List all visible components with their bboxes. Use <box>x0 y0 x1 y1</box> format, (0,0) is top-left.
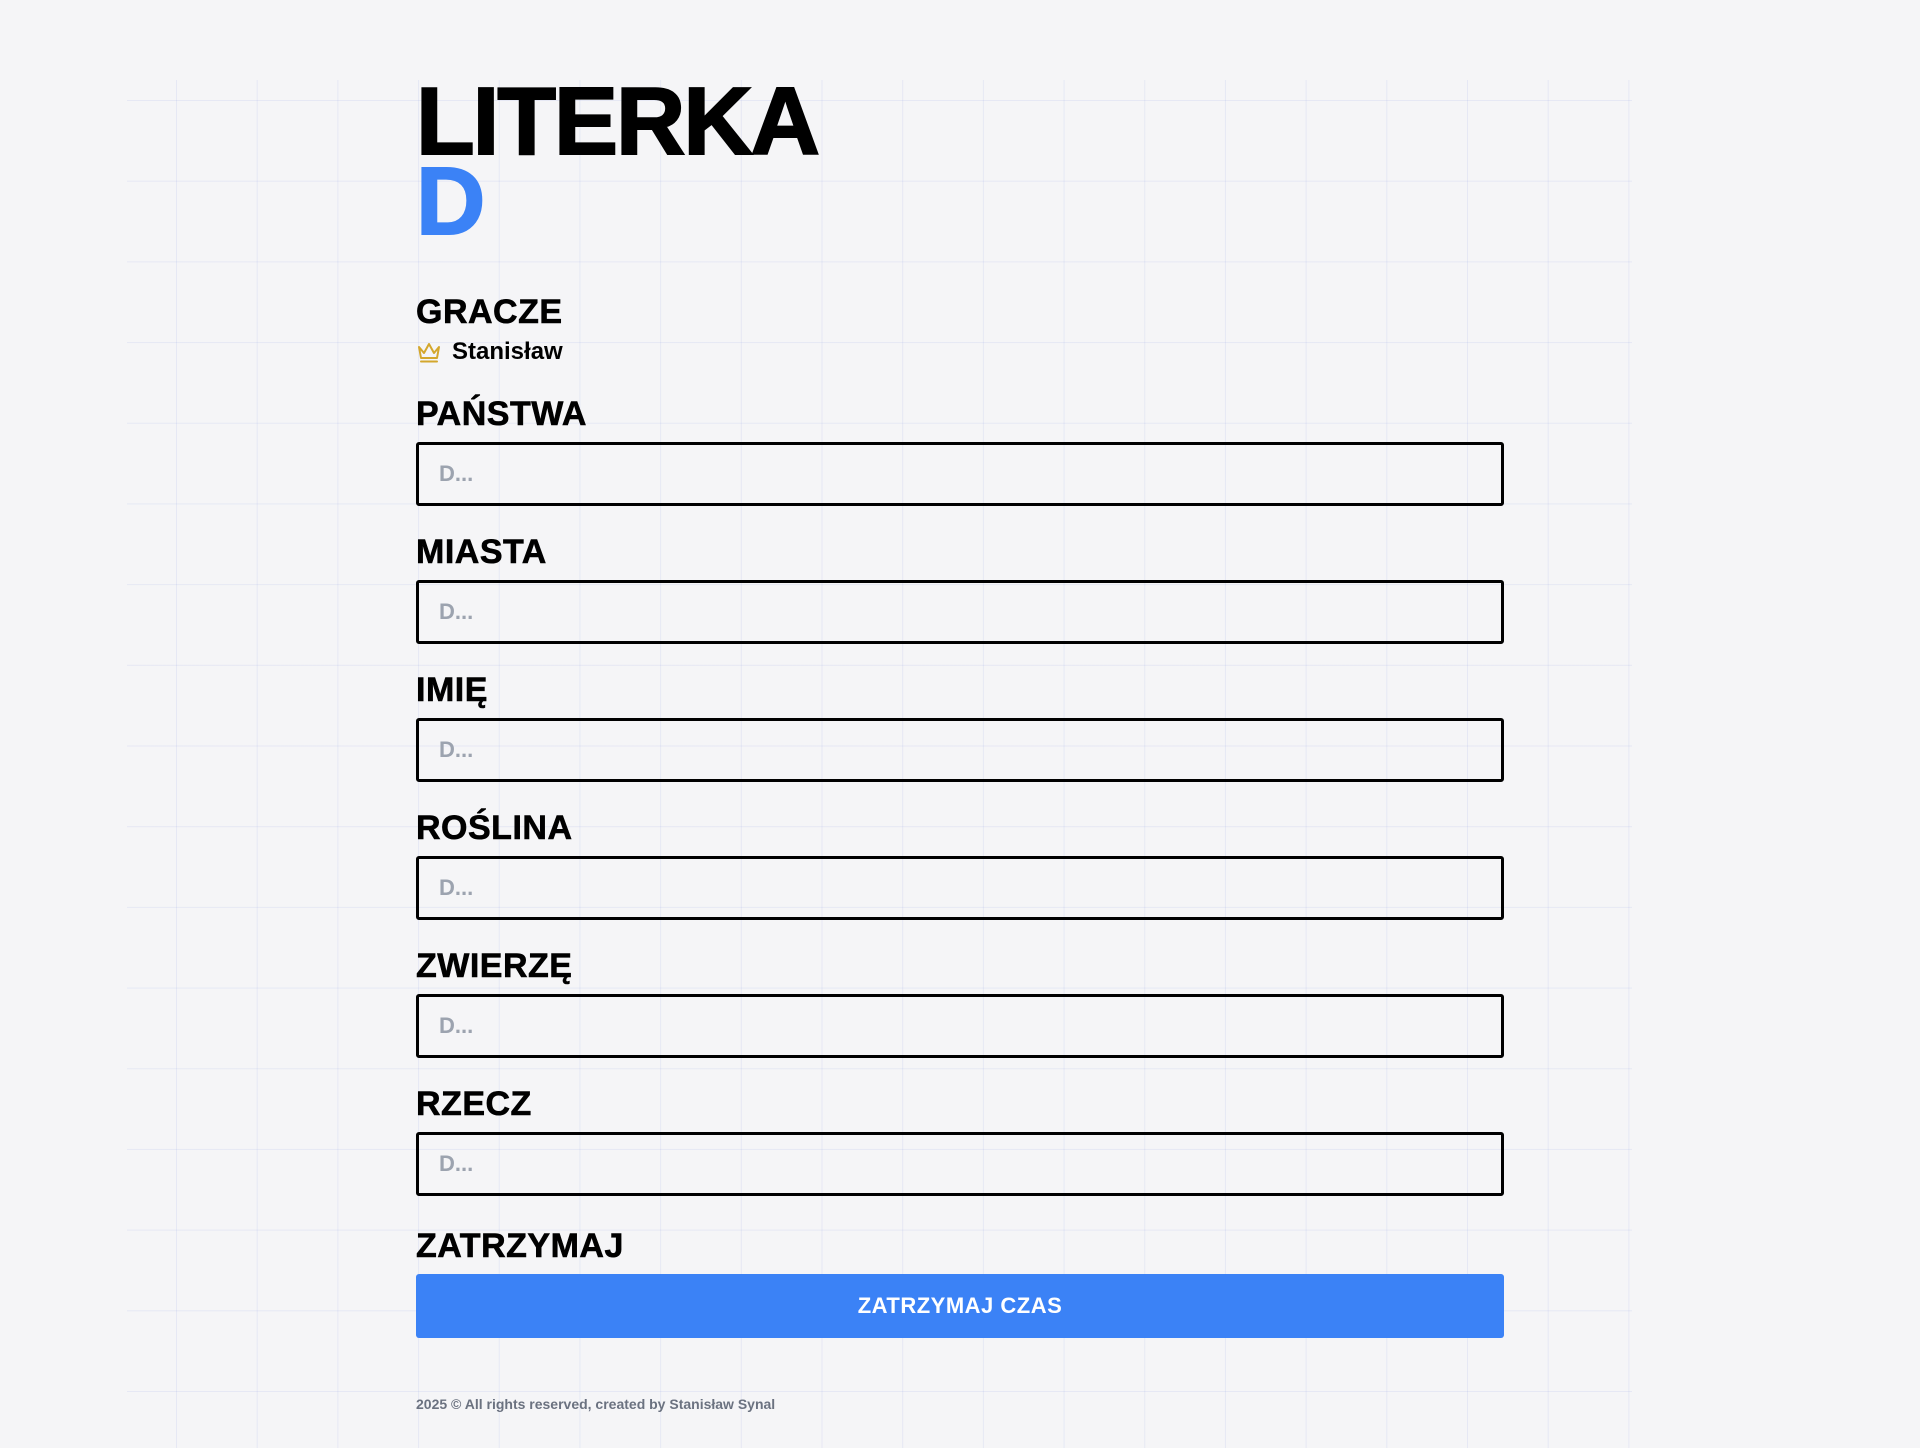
cities-input[interactable] <box>416 580 1504 644</box>
title-word: LITERKA <box>415 68 821 175</box>
field-name: IMIĘ <box>416 670 1504 782</box>
field-label: ROŚLINA <box>416 809 573 848</box>
field-thing: RZECZ <box>416 1084 1504 1196</box>
page-title: LITERKA D <box>415 68 1504 251</box>
field-countries: PAŃSTWA <box>416 394 1504 506</box>
field-label: PAŃSTWA <box>416 395 587 434</box>
stop-time-button[interactable]: ZATRZYMAJ CZAS <box>416 1274 1504 1338</box>
name-input[interactable] <box>416 718 1504 782</box>
players-label: GRACZE <box>416 293 563 332</box>
thing-input[interactable] <box>416 1132 1504 1196</box>
player-item: Stanisław <box>416 336 1504 368</box>
stop-label: ZATRZYMAJ <box>416 1227 624 1266</box>
field-label: RZECZ <box>416 1085 532 1124</box>
stop-section: ZATRZYMAJ ZATRZYMAJ CZAS <box>416 1226 1504 1338</box>
game-form: LITERKA D GRACZE Stanisław PAŃSTWA MIAST… <box>415 68 1504 1412</box>
crown-icon <box>416 340 442 364</box>
field-cities: MIASTA <box>416 532 1504 644</box>
field-label: ZWIERZĘ <box>416 947 573 986</box>
footer-text: 2025 © All rights reserved, created by S… <box>416 1396 776 1412</box>
animal-input[interactable] <box>416 994 1504 1058</box>
countries-input[interactable] <box>416 442 1504 506</box>
plant-input[interactable] <box>416 856 1504 920</box>
field-plant: ROŚLINA <box>416 808 1504 920</box>
field-label: MIASTA <box>416 533 547 572</box>
player-name: Stanisław <box>452 338 563 365</box>
players-section: GRACZE Stanisław <box>416 292 1504 368</box>
field-animal: ZWIERZĘ <box>416 946 1504 1058</box>
field-label: IMIĘ <box>416 671 488 710</box>
